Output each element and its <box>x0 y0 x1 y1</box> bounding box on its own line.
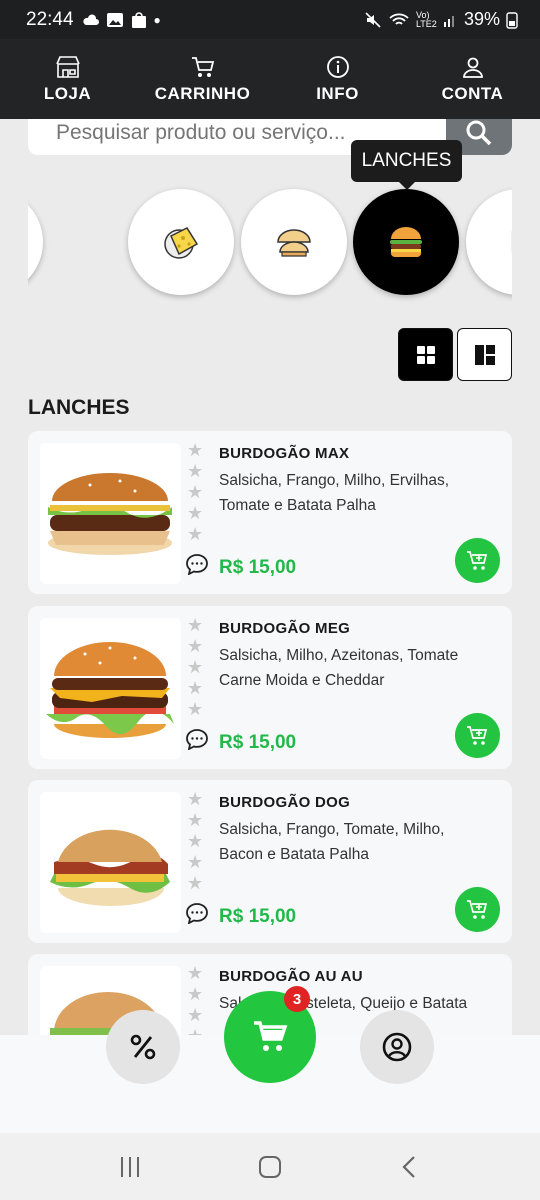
status-icons: ● <box>82 11 161 28</box>
product-name: BURDOGÃO DOG <box>219 794 351 811</box>
shopping-cart-icon <box>254 1021 288 1051</box>
category-lanches[interactable] <box>353 189 459 295</box>
product-image <box>40 618 181 759</box>
main-content: ▍ LANCHES LANCHES ★★★★★ BURDOGÃO MAX <box>0 119 540 1035</box>
rating-stars[interactable]: ★★★★★ <box>187 441 203 543</box>
cart-icon <box>191 56 214 77</box>
search-icon <box>466 120 492 146</box>
cart-plus-icon <box>466 725 487 745</box>
status-time: 22:44 <box>26 8 74 30</box>
status-bar: 22:44 ● Vo) LTE2 39% <box>0 0 540 39</box>
nav-label: LOJA <box>43 83 92 103</box>
comment-icon[interactable] <box>185 728 209 750</box>
nav-item-info[interactable]: INFO <box>270 39 405 119</box>
nav-item-carrinho[interactable]: CARRINHO <box>135 39 270 119</box>
product-description: Salsicha, Frango, Tomate, Milho, Bacon e… <box>219 821 445 863</box>
nav-label: CARRINHO <box>154 83 251 103</box>
product-image <box>40 443 181 584</box>
cloud-icon <box>82 13 99 25</box>
image-icon <box>106 12 123 27</box>
rating-stars[interactable]: ★★★★★ <box>187 616 203 718</box>
product-image <box>40 792 181 933</box>
recent-apps-icon[interactable] <box>117 1155 143 1179</box>
store-icon <box>55 55 80 78</box>
burger-photo <box>48 473 172 555</box>
shop-bag-icon <box>131 11 146 28</box>
rating-stars[interactable]: ★★★★★ <box>187 964 203 1035</box>
product-name: BURDOGÃO MEG <box>219 620 351 637</box>
category-fries[interactable] <box>28 189 43 295</box>
list-view-button[interactable] <box>457 328 512 381</box>
cart-plus-icon <box>466 550 487 570</box>
status-right: Vo) LTE2 39% <box>364 9 518 30</box>
product-card[interactable]: ★ ★ ★ ★ ★ BURDOGÃO DOG Salsicha, Frango, Tom… <box>28 780 512 943</box>
product-description: Salsicha, Milho, Azeitonas, Tomate Carne… <box>219 647 459 689</box>
comment-icon[interactable] <box>185 553 209 575</box>
nav-label: INFO <box>316 83 359 103</box>
product-name: BURDOGÃO MAX <box>219 445 350 462</box>
cart-count-badge: 3 <box>284 986 310 1012</box>
product-price: R$ 15,00 <box>219 557 297 578</box>
add-to-cart-button[interactable] <box>455 713 500 758</box>
tacos-icon <box>277 229 311 257</box>
product-card[interactable]: ★ ★ ★ ★ ★ BURDOGÃO MEG Salsicha, Milho, Azei… <box>28 606 512 769</box>
account-circle-icon <box>382 1032 412 1062</box>
back-icon[interactable] <box>397 1155 423 1179</box>
battery-icon <box>506 11 518 29</box>
wifi-icon <box>389 13 409 25</box>
category-carousel[interactable]: ▍ <box>28 181 512 311</box>
grid-icon <box>416 345 435 364</box>
percent-icon <box>130 1034 156 1060</box>
nav-label: CONTA <box>441 83 504 103</box>
home-icon[interactable] <box>257 1155 283 1179</box>
comment-icon[interactable] <box>185 902 209 924</box>
burger-photo <box>50 829 170 906</box>
rating-stars[interactable]: ★★★★★ <box>187 790 203 892</box>
category-cheese[interactable] <box>128 189 234 295</box>
section-title: LANCHES <box>28 396 130 419</box>
user-icon <box>462 57 483 78</box>
account-button[interactable] <box>360 1010 434 1084</box>
add-to-cart-button[interactable] <box>455 887 500 932</box>
category-tooltip: LANCHES <box>351 140 462 190</box>
mute-icon <box>365 11 381 28</box>
nav-item-conta[interactable]: CONTA <box>405 39 540 119</box>
nav-item-loja[interactable]: LOJA <box>0 39 135 119</box>
cart-plus-icon <box>466 899 487 919</box>
battery-percent: 39% <box>463 9 500 29</box>
network-label: Vo) LTE2 <box>415 9 437 29</box>
product-description: Salsicha, Frango, Milho, Ervilhas, Tomat… <box>219 472 450 514</box>
dot-icon: ● <box>153 12 161 27</box>
product-price: R$ 15,00 <box>219 732 297 753</box>
layout-icon <box>474 344 495 365</box>
cheese-icon <box>164 227 199 259</box>
burger-photo <box>46 642 174 738</box>
category-tacos[interactable] <box>241 189 347 295</box>
grid-view-button[interactable] <box>398 328 453 381</box>
promotions-button[interactable] <box>106 1010 180 1084</box>
product-price: R$ 15,00 <box>219 906 297 927</box>
info-icon <box>326 55 349 78</box>
add-to-cart-button[interactable] <box>455 538 500 583</box>
system-nav-bar <box>0 1133 540 1200</box>
view-toggle <box>398 328 512 381</box>
burger-icon <box>390 227 422 258</box>
top-nav: LOJA CARRINHO INFO CONTA <box>0 39 540 119</box>
product-name: BURDOGÃO AU AU <box>219 968 363 985</box>
product-card[interactable]: ★ ★ ★ ★ ★ BURDOGÃO MAX Salsicha, Frango, Mil… <box>28 431 512 594</box>
category-more[interactable]: ▍ <box>466 189 512 295</box>
signal-icon <box>443 15 454 27</box>
